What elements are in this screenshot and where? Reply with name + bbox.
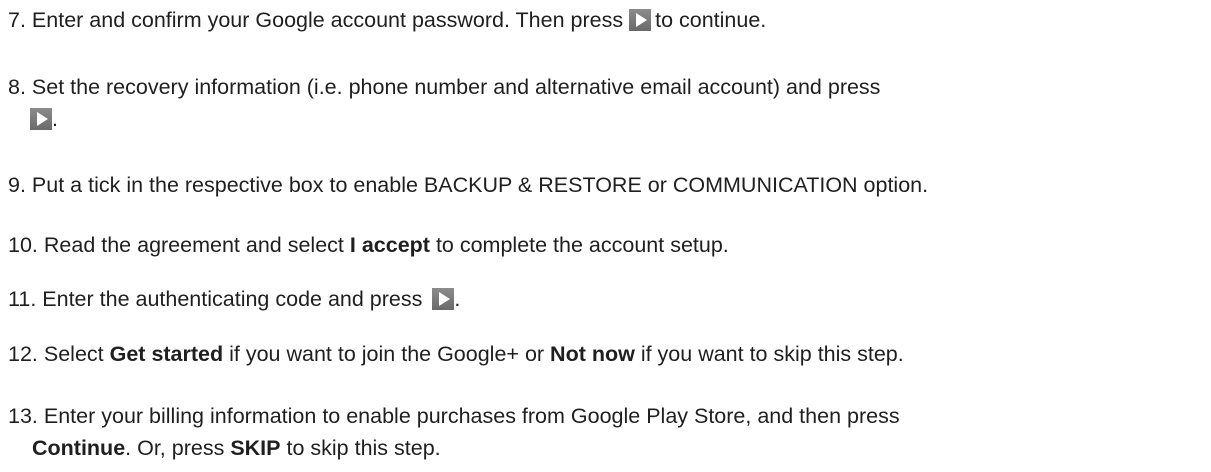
step-text-end: to complete the account setup. bbox=[435, 233, 729, 257]
step-7: 7. Enter and confirm your Google account… bbox=[8, 5, 766, 35]
step-number: 9. bbox=[8, 173, 26, 197]
step-8-continuation: . bbox=[8, 104, 58, 134]
bold-term: Continue bbox=[32, 436, 126, 460]
step-text-end: if you want to skip this step. bbox=[640, 342, 904, 366]
step-8: 8. Set the recovery information (i.e. ph… bbox=[8, 72, 880, 102]
step-text-mid: if you want to join the Google+ or bbox=[229, 342, 545, 366]
step-text: Enter your billing information to enable… bbox=[43, 404, 900, 428]
step-11: 11. Enter the authenticating code and pr… bbox=[8, 284, 460, 314]
play-icon bbox=[629, 9, 652, 31]
step-number: 13. bbox=[8, 404, 38, 428]
step-text-mid: . Or, press bbox=[125, 436, 225, 460]
step-text-end: to continue. bbox=[655, 8, 767, 32]
step-text: Put a tick in the respective box to enab… bbox=[31, 173, 929, 197]
step-text: Enter and confirm your Google account pa… bbox=[31, 8, 624, 32]
step-number: 7. bbox=[8, 8, 26, 32]
play-icon bbox=[30, 108, 52, 130]
step-text: Read the agreement and select bbox=[43, 233, 344, 257]
bold-term: Not now bbox=[550, 342, 635, 366]
step-number: 10. bbox=[8, 233, 38, 257]
step-text: Enter the authenticating code and press bbox=[42, 287, 423, 311]
step-number: 11. bbox=[8, 287, 37, 311]
step-9: 9. Put a tick in the respective box to e… bbox=[8, 170, 928, 200]
bold-term: I accept bbox=[349, 233, 430, 257]
bold-term: Get started bbox=[109, 342, 224, 366]
step-12: 12. Select Get started if you want to jo… bbox=[8, 339, 904, 369]
play-icon bbox=[432, 288, 455, 310]
step-13-continuation: Continue. Or, press SKIP to skip this st… bbox=[8, 433, 441, 463]
step-text: Select bbox=[43, 342, 104, 366]
step-10: 10. Read the agreement and select I acce… bbox=[8, 230, 729, 260]
step-number: 12. bbox=[8, 342, 38, 366]
step-number: 8. bbox=[8, 75, 26, 99]
step-text-end: . bbox=[52, 107, 58, 131]
step-text-end: to skip this step. bbox=[286, 436, 441, 460]
step-text-end: . bbox=[454, 287, 461, 311]
step-13: 13. Enter your billing information to en… bbox=[8, 401, 900, 431]
step-text: Set the recovery information (i.e. phone… bbox=[31, 75, 881, 99]
bold-term: SKIP bbox=[230, 436, 281, 460]
